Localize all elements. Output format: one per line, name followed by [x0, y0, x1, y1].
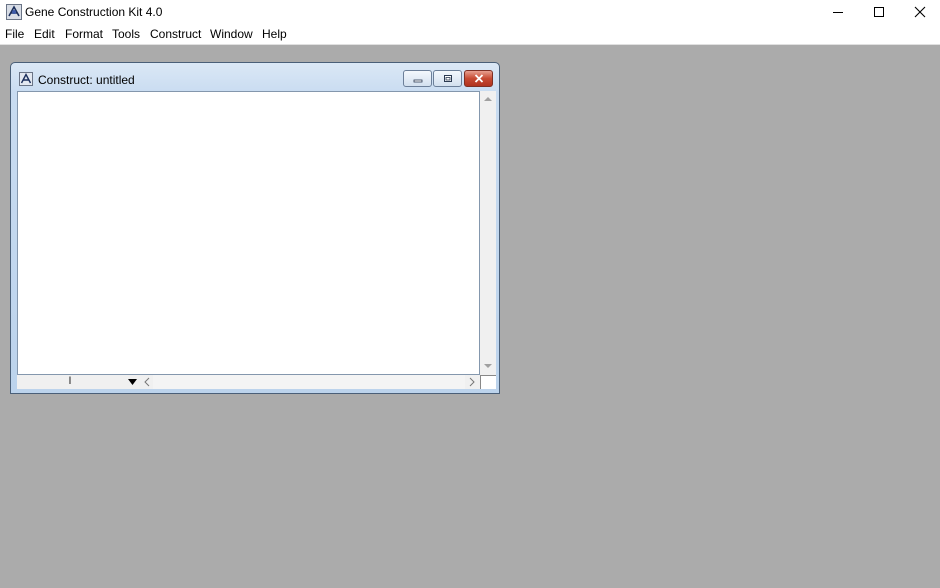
app-title: Gene Construction Kit 4.0: [25, 5, 163, 19]
close-icon: [914, 6, 926, 18]
app-title-bar[interactable]: Gene Construction Kit 4.0: [0, 0, 940, 24]
menu-help[interactable]: Help: [262, 27, 287, 41]
gck-document-icon: [19, 72, 33, 86]
child-maximize-button[interactable]: [433, 70, 462, 87]
menu-format[interactable]: Format: [65, 27, 103, 41]
menu-construct[interactable]: Construct: [150, 27, 201, 41]
maximize-button[interactable]: [858, 0, 900, 24]
close-icon: [474, 74, 483, 83]
horizontal-scroll-track[interactable]: [153, 375, 465, 389]
maximize-icon: [874, 7, 884, 17]
bottom-bar: l: [17, 375, 480, 389]
construct-canvas[interactable]: [17, 91, 480, 375]
menu-bar: File Edit Format Tools Construct Window …: [0, 24, 940, 45]
construct-window-title: Construct: untitled: [38, 73, 135, 87]
minimize-icon: [413, 79, 422, 82]
menu-file[interactable]: File: [5, 27, 24, 41]
construct-window[interactable]: Construct: untitled l: [10, 62, 500, 394]
child-close-button[interactable]: [464, 70, 493, 87]
close-button[interactable]: [899, 0, 940, 24]
scroll-left-arrow-icon[interactable]: [143, 377, 151, 387]
scroll-down-arrow-icon[interactable]: [482, 360, 494, 372]
scroll-up-arrow-icon[interactable]: [482, 93, 494, 105]
minimize-button[interactable]: [817, 0, 859, 24]
restore-icon: [443, 75, 452, 82]
scroll-right-arrow-icon[interactable]: [468, 377, 476, 387]
menu-edit[interactable]: Edit: [34, 27, 55, 41]
size-grip[interactable]: [480, 375, 496, 389]
vertical-scrollbar[interactable]: [480, 91, 496, 375]
dropdown-arrow-icon[interactable]: [128, 379, 137, 385]
menu-tools[interactable]: Tools: [112, 27, 140, 41]
coordinate-readout: l: [68, 376, 72, 387]
gck-app-icon: [6, 4, 22, 20]
minimize-icon: [833, 12, 843, 13]
child-minimize-button[interactable]: [403, 70, 432, 87]
menu-window[interactable]: Window: [210, 27, 253, 41]
